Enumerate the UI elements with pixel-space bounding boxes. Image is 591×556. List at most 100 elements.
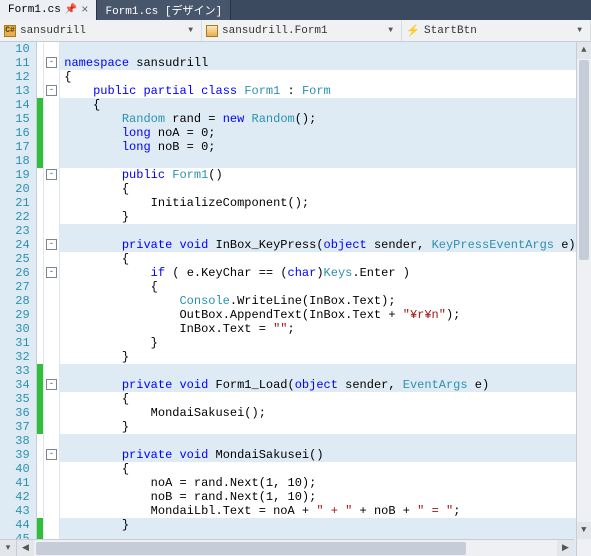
- class-icon: [206, 25, 218, 37]
- code-line[interactable]: private void MondaiSakusei(): [60, 448, 575, 462]
- event-icon: [406, 24, 420, 38]
- code-line[interactable]: {: [60, 392, 575, 406]
- line-number: 10: [0, 42, 30, 56]
- line-number: 35: [0, 392, 30, 406]
- code-line[interactable]: {: [60, 462, 575, 476]
- tab-form1-design[interactable]: Form1.cs [デザイン]: [97, 0, 231, 20]
- fold-toggle[interactable]: -: [46, 169, 57, 180]
- nav-member-dropdown[interactable]: StartBtn ▼: [402, 20, 591, 41]
- change-mark-gutter: [37, 42, 44, 556]
- fold-toggle[interactable]: -: [46, 57, 57, 68]
- code-line[interactable]: long noB = 0;: [60, 140, 575, 154]
- nav-scope-dropdown[interactable]: C# sansudrill ▼: [0, 20, 202, 41]
- code-line[interactable]: }: [60, 336, 575, 350]
- nav-class-label: sansudrill.Form1: [222, 25, 328, 37]
- line-number: 34: [0, 378, 30, 392]
- code-line[interactable]: }: [60, 518, 575, 532]
- code-line[interactable]: Random rand = new Random();: [60, 112, 575, 126]
- code-line[interactable]: {: [60, 182, 575, 196]
- code-line[interactable]: {: [60, 98, 575, 112]
- code-line[interactable]: OutBox.AppendText(InBox.Text + "¥r¥n");: [60, 308, 575, 322]
- change-mark: [37, 364, 43, 434]
- code-line[interactable]: MondaiLbl.Text = noA + " + " + noB + " =…: [60, 504, 575, 518]
- code-line[interactable]: [60, 42, 575, 56]
- line-number: 40: [0, 462, 30, 476]
- line-number: 12: [0, 70, 30, 84]
- change-mark: [37, 98, 43, 168]
- pin-icon[interactable]: 📌: [65, 4, 77, 16]
- code-line[interactable]: InBox.Text = "";: [60, 322, 575, 336]
- chevron-down-icon: ▼: [388, 26, 397, 35]
- line-number: 36: [0, 406, 30, 420]
- code-line[interactable]: [60, 154, 575, 168]
- code-line[interactable]: InitializeComponent();: [60, 196, 575, 210]
- code-line[interactable]: [60, 224, 575, 238]
- scroll-down-arrow[interactable]: ▼: [577, 522, 591, 539]
- fold-toggle[interactable]: -: [46, 239, 57, 250]
- code-line[interactable]: Console.WriteLine(InBox.Text);: [60, 294, 575, 308]
- code-line[interactable]: MondaiSakusei();: [60, 406, 575, 420]
- line-number: 44: [0, 518, 30, 532]
- code-line[interactable]: {: [60, 252, 575, 266]
- line-number: 31: [0, 336, 30, 350]
- code-line[interactable]: if ( e.KeyChar == (char)Keys.Enter ): [60, 266, 575, 280]
- line-number: 30: [0, 322, 30, 336]
- line-number: 37: [0, 420, 30, 434]
- scroll-up-arrow[interactable]: ▲: [577, 42, 591, 59]
- line-number: 20: [0, 182, 30, 196]
- code-line[interactable]: }: [60, 420, 575, 434]
- fold-toggle[interactable]: -: [46, 379, 57, 390]
- scroll-right-arrow[interactable]: ▶: [557, 540, 574, 556]
- fold-toggle[interactable]: -: [46, 85, 57, 96]
- line-number: 27: [0, 280, 30, 294]
- split-dropdown-icon[interactable]: ▾: [0, 540, 17, 556]
- code-area[interactable]: namespace sansudrill{ public partial cla…: [60, 42, 575, 556]
- line-number: 21: [0, 196, 30, 210]
- code-line[interactable]: private void Form1_Load(object sender, E…: [60, 378, 575, 392]
- tab-form1-cs[interactable]: Form1.cs 📌 ×: [0, 0, 97, 20]
- tab-label: Form1.cs: [8, 4, 61, 16]
- code-line[interactable]: namespace sansudrill: [60, 56, 575, 70]
- line-number: 15: [0, 112, 30, 126]
- line-number: 42: [0, 490, 30, 504]
- close-icon[interactable]: ×: [81, 3, 88, 17]
- code-line[interactable]: [60, 364, 575, 378]
- line-number: 32: [0, 350, 30, 364]
- line-number: 13: [0, 84, 30, 98]
- line-number: 25: [0, 252, 30, 266]
- code-line[interactable]: [60, 434, 575, 448]
- line-number: 17: [0, 140, 30, 154]
- line-number-gutter: 1011121314151617181920212223242526272829…: [0, 42, 37, 556]
- nav-scope-label: sansudrill: [20, 25, 86, 37]
- line-number: 14: [0, 98, 30, 112]
- chevron-down-icon: ▼: [577, 26, 586, 35]
- line-number: 22: [0, 210, 30, 224]
- code-line[interactable]: }: [60, 210, 575, 224]
- code-line[interactable]: {: [60, 280, 575, 294]
- horizontal-scroll-thumb[interactable]: [36, 542, 466, 555]
- code-line[interactable]: }: [60, 350, 575, 364]
- line-number: 29: [0, 308, 30, 322]
- line-number: 38: [0, 434, 30, 448]
- code-line[interactable]: public Form1(): [60, 168, 575, 182]
- line-number: 41: [0, 476, 30, 490]
- nav-class-dropdown[interactable]: sansudrill.Form1 ▼: [202, 20, 402, 41]
- scroll-left-arrow[interactable]: ◀: [17, 540, 34, 556]
- code-line[interactable]: noA = rand.Next(1, 10);: [60, 476, 575, 490]
- line-number: 24: [0, 238, 30, 252]
- code-line[interactable]: long noA = 0;: [60, 126, 575, 140]
- code-line[interactable]: noB = rand.Next(1, 10);: [60, 490, 575, 504]
- horizontal-scrollbar[interactable]: ▾ ◀ ▶: [0, 539, 574, 556]
- vertical-scrollbar[interactable]: ▲ ▼: [576, 42, 591, 556]
- code-line[interactable]: public partial class Form1 : Form: [60, 84, 575, 98]
- csharp-icon: C#: [4, 25, 16, 37]
- fold-toggle[interactable]: -: [46, 267, 57, 278]
- fold-toggle[interactable]: -: [46, 449, 57, 460]
- line-number: 39: [0, 448, 30, 462]
- code-line[interactable]: private void InBox_KeyPress(object sende…: [60, 238, 575, 252]
- vertical-scroll-thumb[interactable]: [579, 60, 589, 260]
- line-number: 43: [0, 504, 30, 518]
- code-line[interactable]: {: [60, 70, 575, 84]
- line-number: 18: [0, 154, 30, 168]
- navigation-bar: C# sansudrill ▼ sansudrill.Form1 ▼ Start…: [0, 20, 591, 42]
